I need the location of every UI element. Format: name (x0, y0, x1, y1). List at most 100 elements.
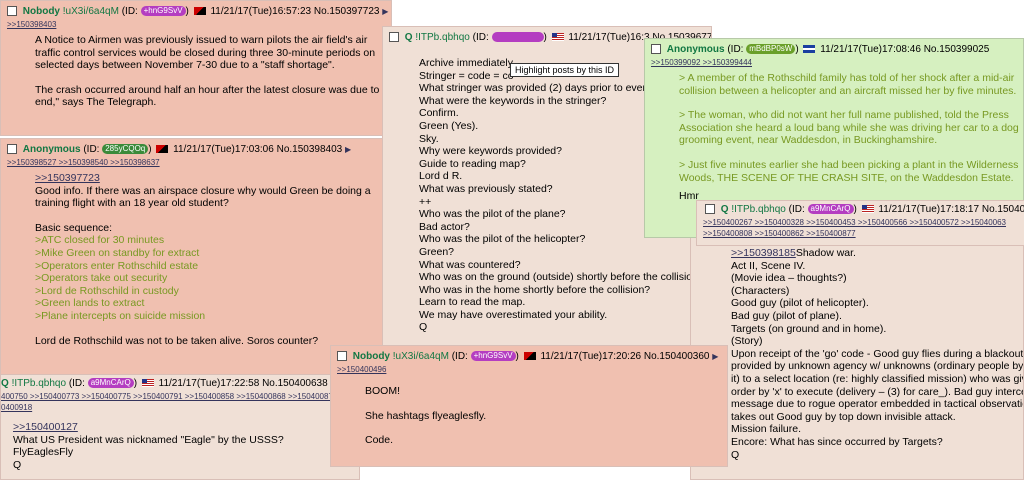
reply-links[interactable]: >>150400496 (337, 364, 721, 375)
post-line (35, 72, 385, 84)
post-number[interactable]: No.150398403 (277, 144, 343, 155)
flag-icon (551, 33, 564, 42)
post-line: (Movie idea – thoughts?) (731, 272, 847, 285)
post-line: Encore: What has since occurred by Targe… (731, 435, 943, 448)
menu-arrow-icon[interactable]: ▶ (382, 7, 388, 16)
post-line: FlyEaglesFly (13, 446, 74, 459)
poster-id-badge[interactable] (491, 32, 544, 43)
greentext-line: Woods, THE SCENE OF THE CRASH SITE, on t… (679, 171, 1014, 184)
quote-link[interactable]: >>150400127 (13, 421, 359, 434)
post-line: Bad guy (pilot of plane). (731, 309, 842, 322)
reply-links[interactable]: >>150398403 (7, 19, 385, 30)
post-line: Shadow war. (795, 247, 856, 259)
reply-links[interactable]: 400750 >>150400773 >>150400775 >>1504007… (1, 391, 359, 402)
post-line: We may have overestimated your ability. (419, 308, 608, 321)
reply-links[interactable]: >>150400267 >>150400328 >>150400453 >>15… (703, 217, 1018, 228)
poster-name: Nobody (352, 351, 390, 362)
post-number[interactable]: No.150400638 (262, 378, 328, 389)
greentext-line: collision between a helicopter and an ai… (679, 84, 1017, 97)
post-datetime: 11/21/17(Tue)17:03:06 (173, 144, 274, 155)
poster-id-badge[interactable]: a9MnCArQ (807, 204, 854, 215)
id-label-end: ) (133, 378, 138, 389)
post-line: traffic control services would be closed… (35, 46, 376, 59)
id-label: (ID: (83, 144, 103, 155)
post-line: Basic sequence: (35, 221, 113, 234)
reply-links[interactable]: >>150399092 >>150399444 (651, 57, 1017, 68)
post-150400360: Nobody !uX3i/6a4qM (ID: +hnG9SvV) 11/21/… (330, 345, 728, 467)
post-line: BOOM! (365, 385, 401, 397)
post-line: takes out Good guy by top down invisible… (731, 410, 956, 423)
post-line: Targets (on ground and in home). (731, 322, 887, 335)
menu-arrow-icon[interactable]: ▶ (345, 145, 351, 154)
post-body: >>150400127 What US President was nickna… (13, 421, 359, 471)
post-line: What US President was nicknamed "Eagle" … (13, 433, 284, 446)
post-line: Q (731, 448, 740, 461)
poster-id-badge[interactable]: mBdBP0sW (746, 44, 796, 55)
id-label-end: ) (795, 44, 799, 55)
greentext-line: >Operators take out security (35, 272, 168, 285)
checkbox-icon[interactable] (651, 44, 661, 55)
checkbox-icon[interactable] (337, 351, 347, 362)
reply-links[interactable]: >>150398527 >>150398540 >>150398637 (7, 157, 385, 168)
greentext-line: >ATC closed for 30 minutes (35, 234, 165, 247)
post-body: BOOM! She hashtags flyeaglesfly. Code. (365, 385, 721, 447)
greentext-line: >Mike Green on standby for extract (35, 246, 200, 259)
checkbox-icon[interactable] (7, 6, 17, 17)
post-datetime: 11/21/17(Tue)17:20:26 (540, 351, 642, 362)
checkbox-icon[interactable] (705, 204, 715, 215)
tripcode: !uX3i/6a4qM (392, 351, 449, 362)
greentext-line: > Just five minutes earlier she had been… (679, 158, 1019, 171)
flag-icon (156, 145, 169, 154)
greentext-line: >Plane intercepts on suicide mission (35, 309, 206, 322)
post-datetime: 11/21/17(Tue)16:3 (568, 32, 650, 43)
post-150398403: Anonymous (ID: 285yCQOq) 11/21/17(Tue)17… (0, 138, 392, 378)
post-line: Good info. If there was an airspace clos… (35, 184, 371, 197)
greentext-line: >Operators enter Rothschild estate (35, 259, 199, 272)
post-body: A Notice to Airmen was previously issued… (35, 34, 385, 109)
post-line: it) to a select location (re: highly cla… (731, 372, 1024, 385)
poster-name: Anonymous (22, 144, 81, 155)
tripcode: !ITPb.qbhqo (11, 378, 67, 389)
post-line (365, 398, 721, 410)
post-150400638: Q !ITPb.qbhqo (ID: a9MnCArQ) 11/21/17(Tu… (0, 374, 360, 480)
post-line: Q (419, 321, 428, 334)
post-number[interactable]: No.15040 (982, 204, 1024, 215)
post-number[interactable]: No.150400360 (644, 351, 710, 362)
post-line (365, 422, 721, 434)
checkbox-icon[interactable] (7, 144, 17, 155)
post-datetime: 11/21/17(Tue)16:57:23 (210, 6, 312, 17)
quote-link[interactable]: >>150398185 (731, 247, 796, 259)
post-line: end," says The Telegraph. (35, 96, 157, 109)
tripcode: !uX3i/6a4qM (62, 6, 119, 17)
menu-arrow-icon[interactable]: ▶ (712, 352, 718, 361)
poster-id-badge[interactable]: +hnG9SvV (470, 351, 516, 362)
post-15040-header: Q !ITPb.qbhqo (ID: a9MnCArQ) 11/21/17(Tu… (696, 200, 1024, 246)
post-body: >>150398185Shadow war. Act II, Scene IV.… (731, 247, 1024, 461)
reply-links[interactable]: 0400918 (1, 402, 359, 413)
post-number[interactable]: No.150397723 (314, 6, 380, 17)
post-line: message due to rogue operator embedded i… (731, 398, 1024, 411)
quote-link[interactable]: >>150397723 (35, 172, 385, 185)
post-line: provided by unknown agency w/ unknowns (… (731, 360, 1024, 373)
id-label: (ID: (472, 32, 492, 43)
poster-name: Q (404, 32, 413, 43)
post-line: Mission failure. (731, 423, 802, 436)
poster-name: Q (1, 378, 9, 389)
post-line (679, 97, 1017, 109)
poster-id-badge[interactable]: a9MnCArQ (87, 378, 134, 389)
flag-icon (141, 379, 154, 388)
id-label: (ID: (788, 204, 808, 215)
poster-id-badge[interactable]: +hnG9SvV (140, 6, 186, 17)
post-line: (Characters) (731, 284, 790, 297)
id-label: (ID: (451, 351, 471, 362)
poster-id-badge[interactable]: 285yCQOq (102, 144, 149, 155)
checkbox-icon[interactable] (389, 32, 399, 43)
post-datetime: 11/21/17(Tue)17:08:46 (820, 44, 921, 55)
post-number[interactable]: No.150399025 (924, 44, 990, 55)
post-datetime: 11/21/17(Tue)17:22:58 (158, 378, 260, 389)
greentext-line: > The woman, who did not want her full n… (679, 109, 1009, 122)
reply-links[interactable]: >>150400808 >>150400862 >>150400877 (703, 228, 1018, 239)
post-line: A Notice to Airmen was previously issued… (35, 34, 368, 46)
poster-name: Q (720, 204, 729, 215)
post-line: Who was on the ground (outside) shortly … (419, 271, 704, 284)
